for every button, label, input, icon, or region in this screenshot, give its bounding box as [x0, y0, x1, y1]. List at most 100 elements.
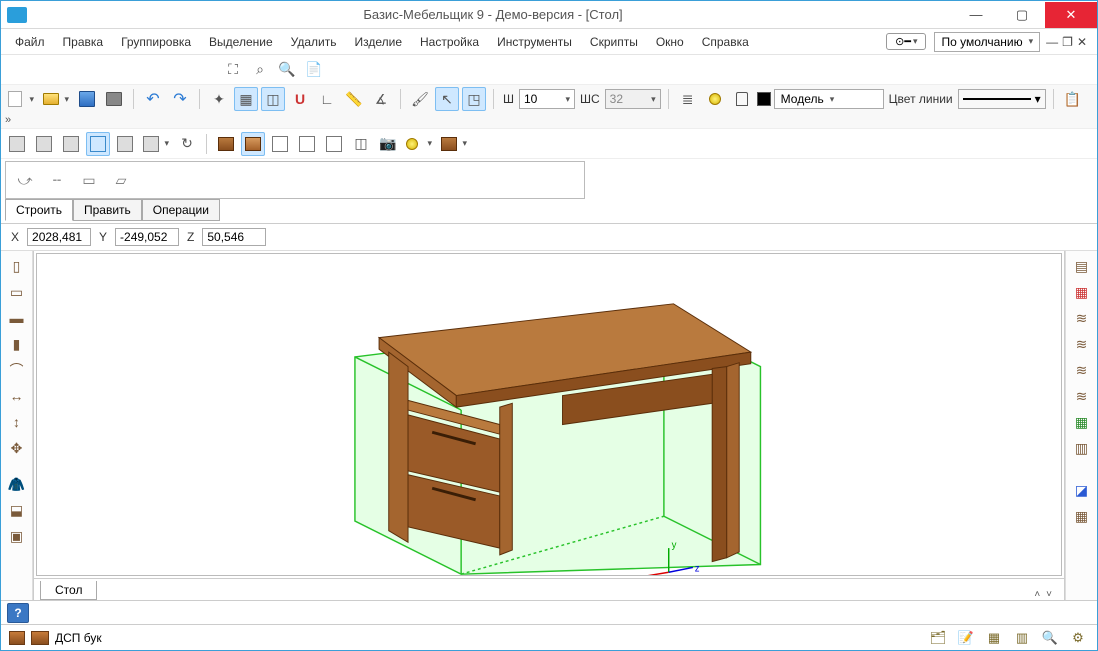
menu-window[interactable]: Окно [648, 31, 692, 53]
zoom-in-icon[interactable]: 🔍 [275, 58, 299, 82]
snap-object-icon[interactable]: ◫ [261, 87, 285, 111]
menu-select[interactable]: Выделение [201, 31, 281, 53]
status-tool-6-icon[interactable]: ⚙ [1067, 628, 1089, 648]
status-tool-5-icon[interactable]: 🔍 [1039, 628, 1061, 648]
save-button[interactable] [75, 87, 99, 111]
bulb-icon[interactable] [703, 87, 727, 111]
r-tool-1-icon[interactable]: ▤ [1070, 255, 1094, 277]
camera-icon[interactable]: 📷 [376, 132, 400, 156]
new-button[interactable]: ▾ [5, 87, 37, 111]
mdi-restore[interactable]: ❐ [1062, 35, 1073, 49]
view-back-icon[interactable] [32, 132, 56, 156]
zoom-extents-icon[interactable]: ⛶ [221, 58, 245, 82]
menu-group[interactable]: Группировка [113, 31, 199, 53]
view-left-icon[interactable] [59, 132, 83, 156]
scroll-down-icon[interactable]: ˅ [1046, 589, 1052, 600]
z-input[interactable] [202, 228, 266, 246]
clipboard-icon[interactable]: 📋 [1061, 87, 1085, 111]
r-tool-5-icon[interactable]: ≋ [1070, 359, 1094, 381]
status-tool-4-icon[interactable]: ▥ [1011, 628, 1033, 648]
panel-block-icon[interactable]: ▮ [5, 333, 29, 355]
panel-vert-icon[interactable]: ▯ [5, 255, 29, 277]
cursor-icon[interactable]: ↖ [435, 87, 459, 111]
snap-grid-icon[interactable]: ▦ [234, 87, 258, 111]
width-input[interactable]: 10▾ [519, 89, 575, 109]
zoom-doc-icon[interactable]: 📄 [302, 58, 326, 82]
redo-button[interactable]: ↷ [168, 87, 192, 111]
snap-endpoint-icon[interactable]: ✦ [207, 87, 231, 111]
menu-file[interactable]: Файл [7, 31, 53, 53]
r-tool-10-icon[interactable]: ▦ [1070, 505, 1094, 527]
layer-color-swatch[interactable] [757, 92, 771, 106]
material-wood-icon[interactable] [214, 132, 238, 156]
status-tool-2-icon[interactable]: 📝 [955, 628, 977, 648]
split-view-icon[interactable]: ◫ [349, 132, 373, 156]
undo-button[interactable]: ↶ [141, 87, 165, 111]
print-button[interactable] [102, 87, 126, 111]
wire-box1-icon[interactable] [268, 132, 292, 156]
menu-product[interactable]: Изделие [346, 31, 410, 53]
help-icon[interactable]: ? [7, 603, 29, 623]
measure-icon[interactable]: 📏 [342, 87, 366, 111]
r-tool-9-icon[interactable]: ◪ [1070, 479, 1094, 501]
tab-build[interactable]: Строить [5, 199, 73, 221]
menu-edit[interactable]: Правка [55, 31, 112, 53]
shaded-box-icon[interactable] [241, 132, 265, 156]
viewport-3d[interactable]: x y z [36, 253, 1062, 576]
layer-combo[interactable]: Модель▾ [774, 89, 884, 109]
view-front-icon[interactable] [5, 132, 29, 156]
layers-icon[interactable]: ≣ [676, 87, 700, 111]
r-tool-8-icon[interactable]: ▥ [1070, 437, 1094, 459]
view-refresh-icon[interactable]: ↻ [175, 132, 199, 156]
menu-tools[interactable]: Инструменты [489, 31, 580, 53]
select3d-icon[interactable]: ◳ [462, 87, 486, 111]
arc-icon[interactable]: ⤻ [14, 169, 36, 191]
close-button[interactable]: ✕ [1045, 2, 1097, 28]
dim-v-icon[interactable]: ↕ [5, 411, 29, 433]
dim-both-icon[interactable]: ✥ [5, 437, 29, 459]
view-more-icon[interactable]: ▾ [140, 132, 172, 156]
box-icon[interactable]: ▣ [5, 525, 29, 547]
dash-icon[interactable]: ╌ [46, 169, 68, 191]
open-button[interactable]: ▾ [40, 87, 72, 111]
r-tool-7-icon[interactable]: ▦ [1070, 411, 1094, 433]
r-tool-3-icon[interactable]: ≋ [1070, 307, 1094, 329]
status-tool-3-icon[interactable]: ▦ [983, 628, 1005, 648]
menu-scripts[interactable]: Скрипты [582, 31, 646, 53]
light-icon[interactable]: ▾ [403, 132, 435, 156]
line-style-combo[interactable]: ▾ [958, 89, 1046, 109]
wire-box3-icon[interactable] [322, 132, 346, 156]
extrude-icon[interactable]: ⬓ [5, 499, 29, 521]
zoom-window-icon[interactable]: ⌕ [248, 58, 272, 82]
preset-combo[interactable]: По умолчанию▾ [934, 32, 1040, 52]
x-input[interactable] [27, 228, 91, 246]
key-toggle[interactable]: ⊙━ ▾ [886, 33, 926, 50]
lock-icon[interactable] [730, 87, 754, 111]
menu-help[interactable]: Справка [694, 31, 757, 53]
view-iso-icon[interactable] [86, 132, 110, 156]
box-persp-icon[interactable]: ▱ [110, 169, 132, 191]
wire-box2-icon[interactable] [295, 132, 319, 156]
r-tool-6-icon[interactable]: ≋ [1070, 385, 1094, 407]
toolbar-overflow-icon[interactable]: » [5, 114, 9, 126]
view-right-icon[interactable] [113, 132, 137, 156]
tab-ops[interactable]: Операции [142, 199, 220, 221]
box-small-icon[interactable]: ▭ [78, 169, 100, 191]
status-tool-1-icon[interactable]: 🗂 [927, 628, 949, 648]
render-icon[interactable]: 🖌 [408, 87, 432, 111]
ortho-icon[interactable]: ∟ [315, 87, 339, 111]
y-input[interactable] [115, 228, 179, 246]
tab-edit[interactable]: Править [73, 199, 142, 221]
doc-tab-stol[interactable]: Стол [40, 581, 97, 600]
magnet-icon[interactable]: U [288, 87, 312, 111]
profile-icon[interactable]: 🧥 [5, 473, 29, 495]
scroll-up-icon[interactable]: ˄ [1034, 589, 1040, 600]
r-tool-4-icon[interactable]: ≋ [1070, 333, 1094, 355]
r-tool-2-icon[interactable]: ▦ [1070, 281, 1094, 303]
panel-flat-icon[interactable]: ▬ [5, 307, 29, 329]
panel-horiz-icon[interactable]: ▭ [5, 281, 29, 303]
material-drop-icon[interactable]: ▾ [438, 132, 470, 156]
mdi-minimize[interactable]: — [1046, 35, 1058, 49]
menu-delete[interactable]: Удалить [283, 31, 345, 53]
panel-curve-icon[interactable]: ⌒ [5, 359, 29, 381]
